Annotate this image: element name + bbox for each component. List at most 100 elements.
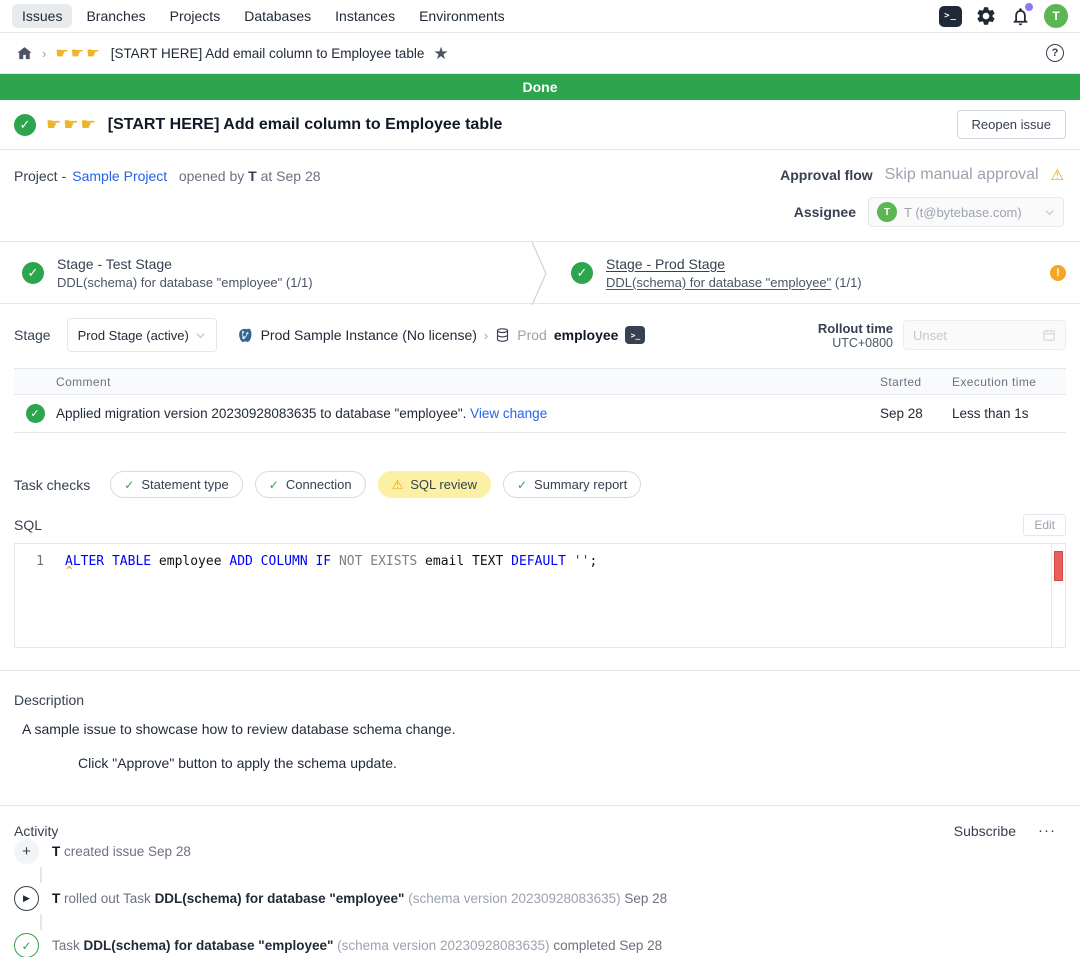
stage-task-link[interactable]: DDL(schema) for database "employee": [606, 275, 831, 290]
activity-label: Activity: [14, 823, 58, 839]
instance-link[interactable]: Prod Sample Instance (No license): [261, 327, 477, 343]
activity-action: created issue: [60, 844, 148, 859]
table-header-row: Comment Started Execution time: [14, 369, 1066, 395]
task-run-table: Comment Started Execution time ✓ Applied…: [14, 368, 1066, 433]
task-checks: Task checks ✓ Statement type ✓ Connectio…: [14, 471, 1066, 498]
stage-subtitle: DDL(schema) for database "employee" (1/1…: [57, 275, 313, 290]
editor-overview-ruler[interactable]: [1051, 544, 1065, 647]
sql-statement: ALTER TABLE employee ADD COLUMN IF NOT E…: [65, 554, 597, 647]
activity-user: T: [52, 891, 60, 906]
nav-item-environments[interactable]: Environments: [409, 4, 515, 28]
warning-triangle-icon: ⚠: [1051, 166, 1064, 184]
check-pill-label: Summary report: [534, 477, 627, 492]
nav-item-databases[interactable]: Databases: [234, 4, 321, 28]
top-navbar: Issues Branches Projects Databases Insta…: [0, 0, 1080, 33]
opener-name: T: [248, 168, 257, 184]
project-link[interactable]: Sample Project: [72, 168, 167, 184]
settings-gear-icon[interactable]: [975, 5, 997, 27]
nav-item-projects[interactable]: Projects: [160, 4, 231, 28]
view-change-link[interactable]: View change: [470, 406, 547, 421]
check-success-icon: ✓: [124, 478, 134, 492]
breadcrumb-separator: ›: [42, 46, 46, 61]
activity-user: T: [52, 844, 60, 859]
sql-editor-icon[interactable]: >_: [939, 6, 962, 27]
header-execution-time: Execution time: [952, 375, 1062, 389]
attention-icon: !: [1050, 265, 1066, 281]
edit-sql-button[interactable]: Edit: [1023, 514, 1066, 536]
check-pill-sql-review[interactable]: ⚠ SQL review: [378, 471, 491, 498]
activity-item-completed: ✓ Task DDL(schema) for database "employe…: [14, 933, 1066, 957]
run-started: Sep 28: [880, 406, 952, 421]
description-text: Click "Approve" button to apply the sche…: [78, 755, 1066, 771]
task-checks-label: Task checks: [14, 477, 90, 493]
activity-item-created: + T created issue Sep 28: [14, 839, 1066, 864]
activity-task: DDL(schema) for database "employee": [155, 891, 405, 906]
description-section: Description A sample issue to showcase h…: [0, 671, 1080, 771]
check-pill-connection[interactable]: ✓ Connection: [255, 471, 366, 498]
sql-label: SQL: [14, 517, 42, 533]
stage-bar: Stage Prod Stage (active) Prod Sample In…: [14, 318, 1066, 352]
check-pill-summary-report[interactable]: ✓ Summary report: [503, 471, 641, 498]
activity-date: Sep 28: [148, 844, 191, 859]
run-success-icon: ✓: [26, 404, 45, 423]
play-circle-icon: ▶: [14, 886, 39, 911]
issue-title-row: ✓ ☛☛☛ [START HERE] Add email column to E…: [0, 100, 1080, 150]
notifications-bell-icon[interactable]: [1010, 6, 1031, 27]
stage-title-link[interactable]: Stage - Prod Stage: [606, 256, 862, 272]
check-pill-statement-type[interactable]: ✓ Statement type: [110, 471, 243, 498]
ruler-warning-marker: [1054, 551, 1063, 581]
project-line: Project-Sample Project opened by T at Se…: [14, 166, 321, 227]
status-banner: Done: [0, 74, 1080, 100]
activity-action: rolled out Task: [60, 891, 154, 906]
postgresql-icon: [237, 327, 254, 344]
more-menu-icon[interactable]: ···: [1038, 822, 1066, 839]
breadcrumb-issue-title: [START HERE] Add email column to Employe…: [111, 46, 425, 61]
nav-item-instances[interactable]: Instances: [325, 4, 405, 28]
run-execution-time: Less than 1s: [952, 406, 1062, 421]
stage-success-icon: ✓: [22, 262, 44, 284]
nav-item-branches[interactable]: Branches: [76, 4, 155, 28]
check-pill-label: Connection: [286, 477, 352, 492]
pointing-right-emoji: ☛☛☛: [46, 115, 98, 135]
chevron-down-icon: [1044, 207, 1055, 218]
stage-label: Stage: [14, 327, 51, 343]
header-started: Started: [880, 375, 952, 389]
description-text: A sample issue to showcase how to review…: [22, 721, 1066, 737]
assignee-select[interactable]: T T (t@bytebase.com): [868, 197, 1064, 227]
check-success-icon: ✓: [269, 478, 279, 492]
activity-prefix: Task: [52, 938, 84, 953]
subscribe-button[interactable]: Subscribe: [954, 823, 1016, 839]
reopen-issue-button[interactable]: Reopen issue: [957, 110, 1067, 139]
timezone-label: UTC+0800: [818, 336, 893, 350]
stage-select-value: Prod Stage (active): [78, 328, 189, 343]
help-icon[interactable]: ?: [1046, 44, 1064, 62]
table-row: ✓ Applied migration version 202309280836…: [14, 395, 1066, 432]
stage-card-prod[interactable]: ✓ Stage - Prod Stage DDL(schema) for dat…: [549, 242, 1080, 303]
activity-section: Activity Subscribe ··· + T created issue…: [0, 806, 1080, 957]
warning-triangle-icon: ⚠: [392, 477, 404, 493]
stage-select[interactable]: Prod Stage (active): [67, 318, 217, 352]
assignee-value: T (t@bytebase.com): [904, 205, 1037, 220]
check-pill-label: SQL review: [410, 477, 477, 492]
database-link[interactable]: employee: [554, 327, 619, 343]
project-label: Project: [14, 168, 58, 184]
timeline-connector: [40, 867, 42, 883]
rollout-time-input[interactable]: [913, 328, 1042, 343]
plus-icon: +: [14, 839, 39, 864]
sql-section: SQL Edit 1ALTER TABLE employee ADD COLUM…: [14, 514, 1066, 648]
rollout-time-label: Rollout time: [818, 321, 893, 336]
nav-item-issues[interactable]: Issues: [12, 4, 72, 28]
timeline-connector: [40, 914, 42, 930]
stage-card-test[interactable]: ✓ Stage - Test Stage DDL(schema) for dat…: [0, 242, 531, 303]
approval-flow-label: Approval flow: [780, 167, 873, 183]
sql-code-editor[interactable]: 1ALTER TABLE employee ADD COLUMN IF NOT …: [14, 543, 1066, 648]
check-pill-label: Statement type: [141, 477, 228, 492]
favorite-star-icon[interactable]: ★: [433, 45, 448, 62]
rollout-time-picker[interactable]: [903, 320, 1066, 350]
open-sql-editor-icon[interactable]: >_: [625, 326, 645, 344]
pointing-right-emoji: ☛☛☛: [55, 44, 101, 62]
check-success-icon: ✓: [517, 478, 527, 492]
user-avatar[interactable]: T: [1044, 4, 1068, 28]
home-icon[interactable]: [16, 45, 33, 62]
activity-date: Sep 28: [621, 891, 668, 906]
